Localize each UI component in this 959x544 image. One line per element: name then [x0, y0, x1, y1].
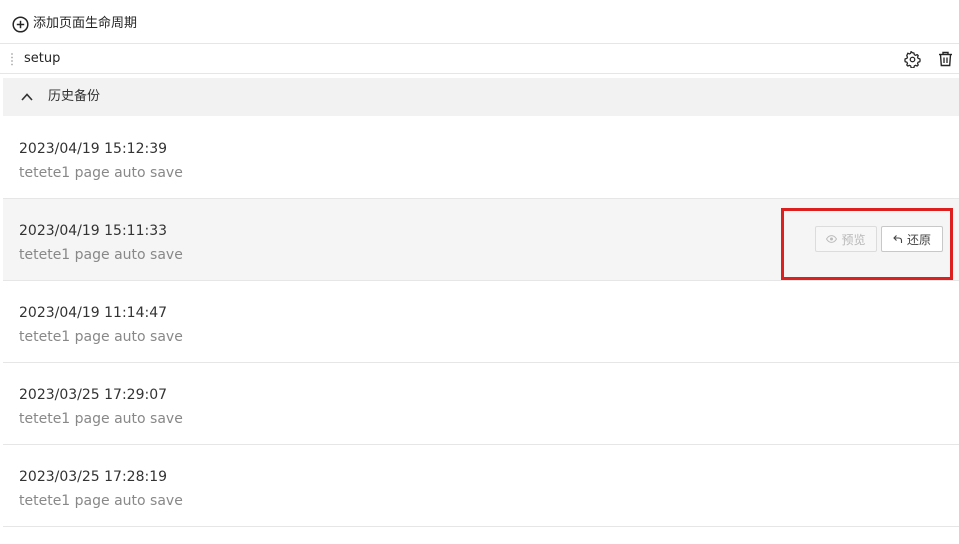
- backup-list: 2023/04/19 15:12:39 tetete1 page auto sa…: [3, 117, 959, 527]
- backup-item[interactable]: 2023/03/25 17:29:07 tetete1 page auto sa…: [3, 363, 959, 445]
- backup-description: tetete1 page auto save: [19, 493, 183, 509]
- backup-description: tetete1 page auto save: [19, 329, 183, 345]
- add-lifecycle-button[interactable]: 添加页面生命周期: [12, 15, 137, 33]
- restore-label: 还原: [906, 232, 931, 247]
- backup-item[interactable]: 2023/04/19 15:11:33 tetete1 page auto sa…: [3, 199, 959, 281]
- trash-icon[interactable]: [936, 50, 954, 68]
- backup-actions: 预览 还原: [815, 226, 943, 252]
- lifecycle-item-setup: setup: [0, 44, 959, 74]
- add-lifecycle-label: 添加页面生命周期: [33, 16, 138, 31]
- lifecycle-toolbar: 添加页面生命周期: [0, 0, 959, 44]
- backup-item[interactable]: 2023/03/25 17:28:19 tetete1 page auto sa…: [3, 445, 959, 527]
- history-backup-title: 历史备份: [48, 89, 101, 104]
- restore-button[interactable]: 还原: [881, 226, 943, 252]
- backup-description: tetete1 page auto save: [19, 247, 183, 263]
- lifecycle-item-label: setup: [24, 51, 61, 66]
- preview-label: 预览: [841, 232, 866, 247]
- backup-description: tetete1 page auto save: [19, 165, 183, 181]
- undo-arrow-icon: [893, 234, 903, 244]
- backup-time: 2023/03/25 17:29:07: [19, 387, 168, 403]
- backup-description: tetete1 page auto save: [19, 411, 183, 427]
- chevron-up-icon: [21, 93, 33, 101]
- preview-button[interactable]: 预览: [815, 226, 877, 252]
- backup-time: 2023/04/19 11:14:47: [19, 305, 168, 321]
- backup-item[interactable]: 2023/04/19 15:12:39 tetete1 page auto sa…: [3, 117, 959, 199]
- plus-circle-icon: [12, 15, 29, 33]
- backup-time: 2023/04/19 15:12:39: [19, 141, 168, 157]
- history-backup-toggle[interactable]: 历史备份: [3, 78, 959, 116]
- backup-time: 2023/03/25 17:28:19: [19, 469, 168, 485]
- drag-handle-icon[interactable]: [10, 52, 14, 66]
- eye-icon: [826, 235, 838, 243]
- backup-time: 2023/04/19 15:11:33: [19, 223, 168, 239]
- gear-icon[interactable]: [903, 50, 921, 68]
- backup-item[interactable]: 2023/04/19 11:14:47 tetete1 page auto sa…: [3, 281, 959, 363]
